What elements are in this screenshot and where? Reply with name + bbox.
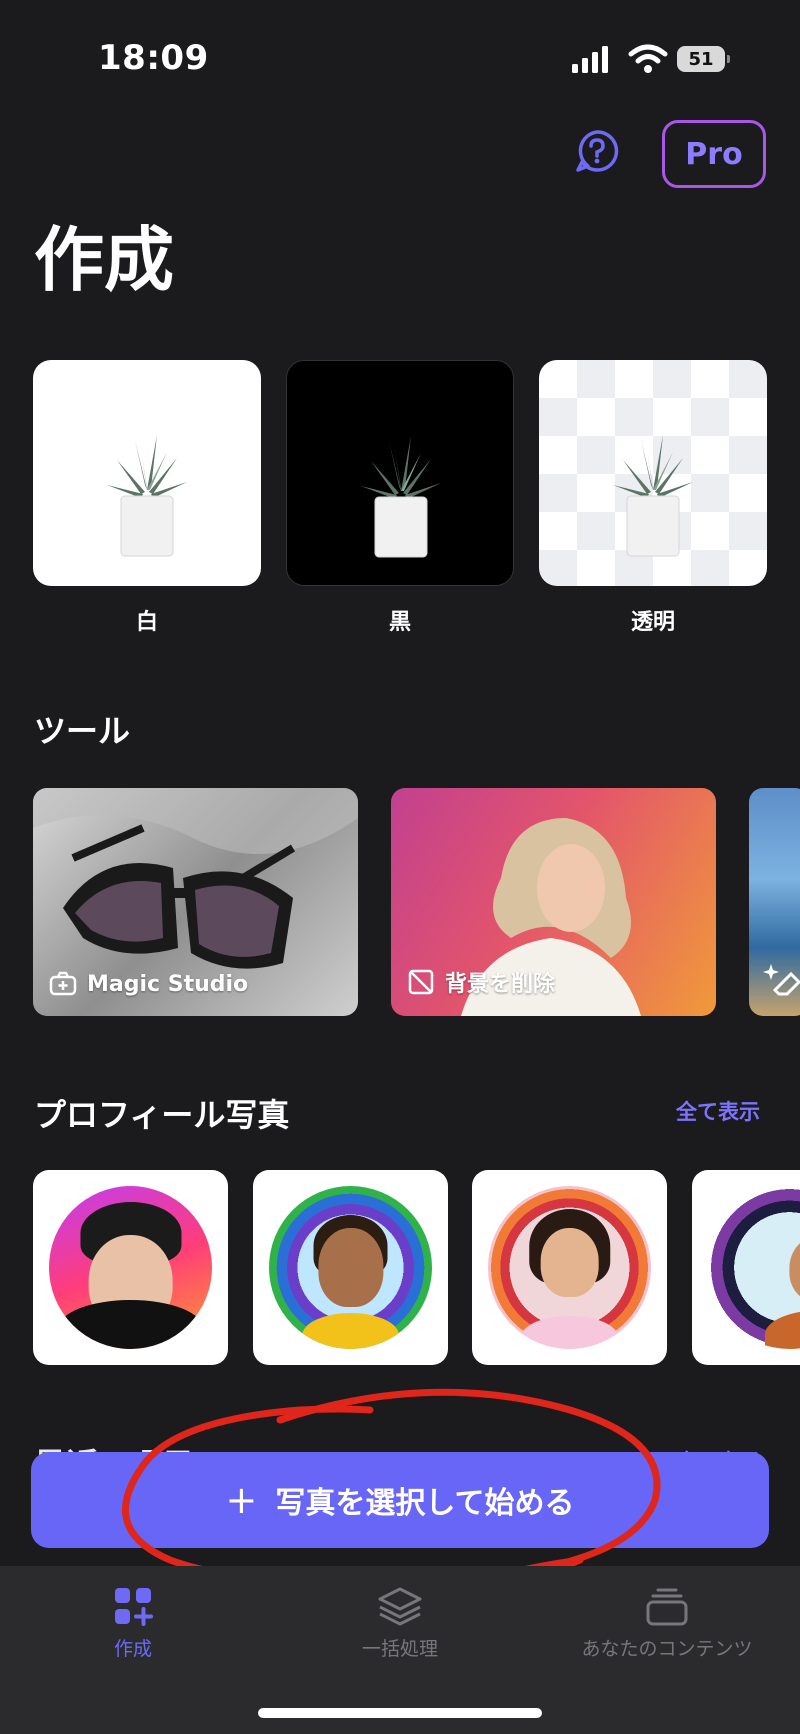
status-time: 18:09 [98,38,209,78]
profile-avatar-image [488,1186,651,1349]
plant-image [613,435,693,557]
profile-show-all-link[interactable]: 全て表示 [676,1096,760,1126]
profile-avatar-image [708,1186,800,1349]
tool-remove-background-text: 背景を削除 [445,972,556,997]
tab-batch-label: 一括処理 [361,1638,438,1660]
background-black-option[interactable] [286,360,514,586]
tab-create[interactable]: 作成 [3,1586,263,1661]
select-photo-button-label: 写真を選択して始める [275,1486,575,1521]
remove-background-icon [408,969,434,995]
tool-remove-background-label: 背景を削除 [407,966,555,998]
battery-indicator: 51 [677,46,730,72]
home-indicator [258,1708,542,1718]
wifi-icon [628,44,668,73]
background-transparent-label: 透明 [630,610,675,635]
background-white-option[interactable] [33,360,261,586]
camera-plus-icon [49,971,77,996]
help-button[interactable] [574,128,620,174]
profile-template-item[interactable] [472,1170,667,1365]
plant-image [107,435,187,557]
tab-your-content-label: あなたのコンテンツ [581,1638,753,1660]
tool-eraser[interactable] [749,788,800,1016]
tab-create-label: 作成 [113,1638,152,1660]
cellular-signal-icon [572,46,608,73]
tools-section-title: ツール [34,712,131,750]
plus-icon: + [225,1478,258,1522]
stack-icon [646,1588,688,1626]
profile-section-title: プロフィール写真 [34,1096,290,1134]
profile-template-item[interactable] [253,1170,448,1365]
layers-icon [378,1587,422,1626]
page-title: 作成 [34,219,174,301]
help-icon [576,130,619,172]
background-white-label: 白 [135,610,158,635]
tool-magic-studio-text: Magic Studio [87,971,249,997]
pro-button[interactable]: Pro [662,120,766,188]
profile-avatar-image [49,1186,212,1349]
background-black-label: 黒 [388,610,411,635]
background-transparent-option[interactable] [539,360,767,586]
tool-remove-background[interactable]: 背景を削除 [391,788,716,1016]
plant-image [361,436,441,558]
grid-plus-icon [115,1588,153,1626]
select-photo-button[interactable]: + 写真を選択して始める [31,1452,769,1548]
profile-template-item[interactable] [692,1170,800,1365]
eraser-sparkle-icon [763,964,800,996]
status-icons: 51 [572,42,734,76]
tool-magic-studio[interactable]: Magic Studio [33,788,358,1016]
profile-template-item[interactable] [33,1170,228,1365]
tab-batch[interactable]: 一括処理 [270,1586,530,1661]
tool-magic-studio-label: Magic Studio [49,970,248,998]
profile-avatar-image [269,1186,432,1349]
tab-your-content[interactable]: あなたのコンテンツ [537,1586,797,1661]
